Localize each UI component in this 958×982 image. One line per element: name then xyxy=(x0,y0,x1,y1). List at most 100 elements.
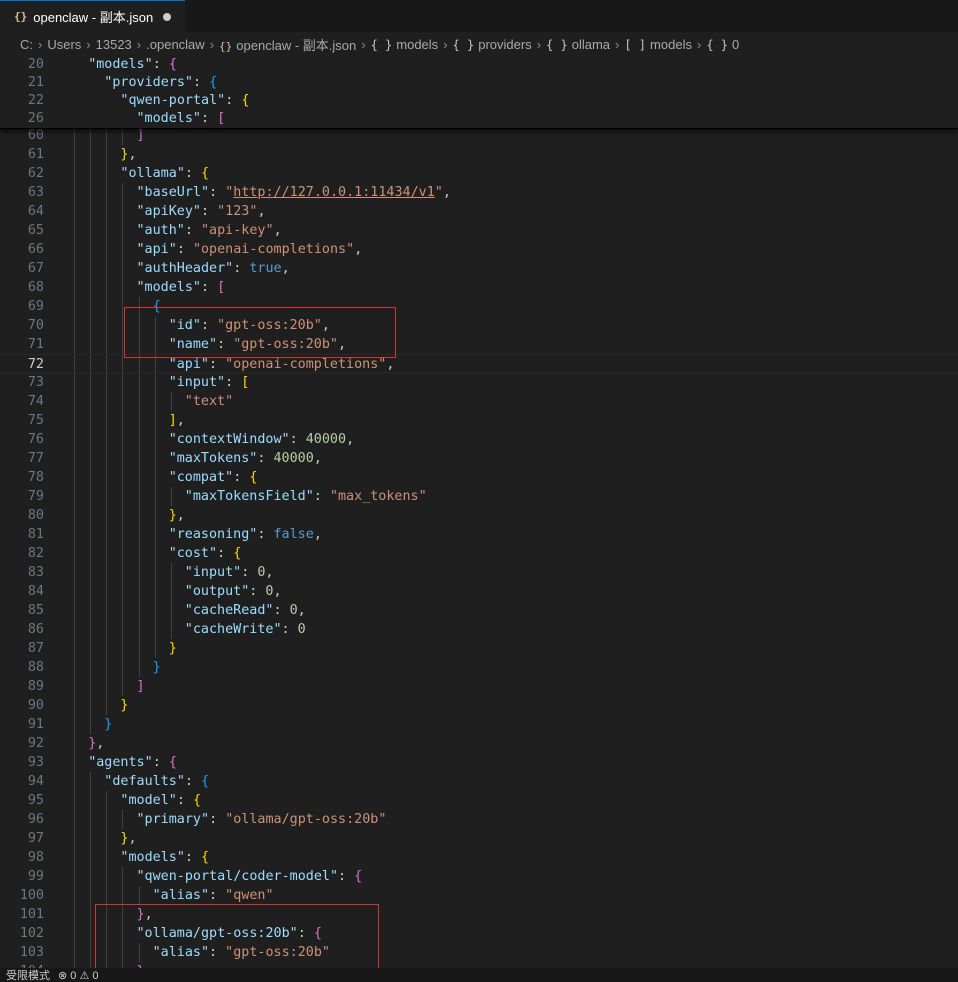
line-number: 95 xyxy=(27,793,44,808)
line-code: } xyxy=(120,698,129,713)
breadcrumb-separator-icon: › xyxy=(136,36,142,52)
code-line[interactable]: 73 "input": [ xyxy=(0,373,958,392)
code-line[interactable]: 85 "cacheRead": 0, xyxy=(0,601,958,620)
line-number: 101 xyxy=(19,907,44,922)
code-editor[interactable]: 20 "models": {21 "providers": {22 "qwen-por… xyxy=(0,56,958,968)
breadcrumb-separator-icon: › xyxy=(615,36,620,52)
line-number: 71 xyxy=(27,337,44,352)
line-number: 99 xyxy=(27,869,44,884)
breadcrumb-label: .openclaw xyxy=(146,36,205,52)
code-line[interactable]: 99 "qwen-portal/coder-model": { xyxy=(0,867,958,886)
breadcrumb-item[interactable]: [ ] models xyxy=(624,37,692,52)
line-code: "baseUrl": "http://127.0.0.1:11434/v1", xyxy=(136,185,451,200)
code-line[interactable]: 84 "output": 0, xyxy=(0,582,958,601)
breadcrumb: C: › Users › 13523 › .openclaw › {} openclaw - 副本… xyxy=(0,32,958,56)
breadcrumb-item[interactable]: {} openclaw - 副本.json xyxy=(219,35,356,54)
line-code: "cacheRead": 0, xyxy=(184,603,306,618)
code-line[interactable]: 76 "contextWindow": 40000, xyxy=(0,430,958,449)
code-line[interactable]: 87} xyxy=(0,639,958,658)
line-number: 61 xyxy=(27,147,44,162)
breadcrumb-item[interactable]: Users xyxy=(47,37,81,52)
code-line[interactable]: 68 "models": [ xyxy=(0,278,958,297)
breadcrumb-label: models xyxy=(650,36,692,52)
line-code: "models": [ xyxy=(136,111,226,126)
breadcrumb-item[interactable]: { } providers xyxy=(453,37,532,52)
code-line[interactable]: 67 "authHeader": true, xyxy=(0,259,958,278)
breadcrumb-separator-icon: › xyxy=(536,36,542,52)
code-line[interactable]: 63 "baseUrl": "http://127.0.0.1:11434/v1"… xyxy=(0,183,958,202)
code-line[interactable]: 92}, xyxy=(0,734,958,753)
line-number: 93 xyxy=(27,755,44,770)
code-line[interactable]: 74 "text" xyxy=(0,392,958,411)
code-line[interactable]: 90} xyxy=(0,696,958,715)
code-line[interactable]: 100 "alias": "qwen" xyxy=(0,886,958,905)
line-code: "input": [ xyxy=(168,375,250,390)
line-code: } xyxy=(104,717,113,732)
code-line[interactable]: 79 "maxTokensField": "max_tokens" xyxy=(0,487,958,506)
line-number: 88 xyxy=(27,660,44,675)
breadcrumb-item[interactable]: { } ollama xyxy=(546,37,610,52)
code-line[interactable]: 66 "api": "openai-completions", xyxy=(0,240,958,259)
breadcrumb-item[interactable]: C: xyxy=(20,37,33,52)
code-line[interactable]: 88} xyxy=(0,658,958,677)
code-line[interactable]: 26 "models": [ xyxy=(0,110,958,128)
code-line[interactable]: 80}, xyxy=(0,506,958,525)
line-number: 72 xyxy=(27,357,44,372)
code-line[interactable]: 62 "ollama": { xyxy=(0,164,958,183)
line-code: "input": 0, xyxy=(184,565,274,580)
code-line[interactable]: 21 "providers": { xyxy=(0,74,958,92)
breadcrumb-separator-icon: › xyxy=(696,36,702,52)
code-line[interactable]: 93 "agents": { xyxy=(0,753,958,772)
code-line[interactable]: 65 "auth": "api-key", xyxy=(0,221,958,240)
code-line[interactable]: 77 "maxTokens": 40000, xyxy=(0,449,958,468)
sticky-scroll-header[interactable]: 20 "models": {21 "providers": {22 "qwen-por… xyxy=(0,56,958,129)
restricted-mode-indicator[interactable]: 受限模式 xyxy=(6,968,50,982)
line-number: 74 xyxy=(27,394,44,409)
line-number: 67 xyxy=(27,261,44,276)
object-icon: { } xyxy=(706,37,728,52)
breadcrumb-item[interactable]: { } 0 xyxy=(706,37,739,52)
code-line[interactable]: 98 "models": { xyxy=(0,848,958,867)
code-line[interactable]: 97}, xyxy=(0,829,958,848)
array-icon: [ ] xyxy=(624,37,647,52)
code-line[interactable]: 91} xyxy=(0,715,958,734)
code-line[interactable]: 94 "defaults": { xyxy=(0,772,958,791)
line-number: 21 xyxy=(27,75,44,90)
code-line[interactable]: 75], xyxy=(0,411,958,430)
line-number: 96 xyxy=(27,812,44,827)
tab-openclaw-json[interactable]: {} openclaw - 副本.json xyxy=(0,0,185,32)
object-icon: { } xyxy=(452,37,475,52)
unsaved-dot-icon[interactable] xyxy=(163,12,172,21)
line-number: 84 xyxy=(27,584,44,599)
line-number: 91 xyxy=(27,717,44,732)
breadcrumb-item[interactable]: .openclaw xyxy=(146,37,205,52)
code-line[interactable]: 22 "qwen-portal": { xyxy=(0,92,958,110)
breadcrumb-label: providers xyxy=(478,36,532,52)
line-number: 89 xyxy=(27,679,44,694)
line-code: "primary": "ollama/gpt-oss:20b" xyxy=(136,812,387,827)
line-number: 83 xyxy=(27,565,44,580)
code-line[interactable]: 86 "cacheWrite": 0 xyxy=(0,620,958,639)
line-code: "qwen-portal/coder-model": { xyxy=(136,869,363,884)
line-number: 68 xyxy=(27,280,44,295)
breadcrumb-item[interactable]: 13523 xyxy=(96,37,132,52)
code-line[interactable]: 95 "model": { xyxy=(0,791,958,810)
line-code: } xyxy=(152,660,161,675)
line-code: "contextWindow": 40000, xyxy=(168,432,355,447)
line-number: 64 xyxy=(27,204,44,219)
code-line[interactable]: 83 "input": 0, xyxy=(0,563,958,582)
code-line[interactable]: 89] xyxy=(0,677,958,696)
code-line[interactable]: 20 "models": { xyxy=(0,56,958,74)
line-code: "text" xyxy=(184,394,234,409)
code-line[interactable]: 78 "compat": { xyxy=(0,468,958,487)
code-line[interactable]: 61}, xyxy=(0,145,958,164)
code-line[interactable]: 82 "cost": { xyxy=(0,544,958,563)
problems-indicator[interactable]: ⊗ 0 ⚠ 0 xyxy=(58,969,98,982)
line-number: 85 xyxy=(27,603,44,618)
line-number: 20 xyxy=(27,57,44,72)
code-line[interactable]: 96 "primary": "ollama/gpt-oss:20b" xyxy=(0,810,958,829)
code-line[interactable]: 64 "apiKey": "123", xyxy=(0,202,958,221)
line-code: "agents": { xyxy=(88,755,177,770)
breadcrumb-item[interactable]: { } models xyxy=(371,37,439,52)
code-line[interactable]: 81 "reasoning": false, xyxy=(0,525,958,544)
